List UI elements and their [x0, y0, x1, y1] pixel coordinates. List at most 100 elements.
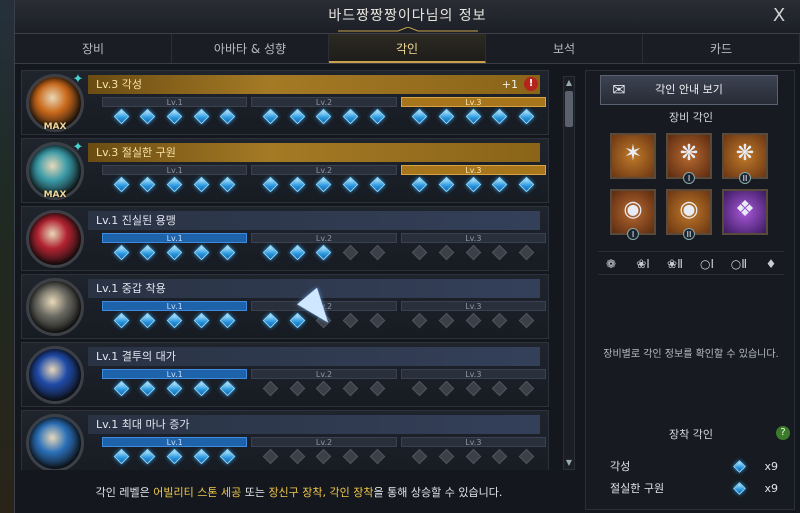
- engraving-medal-icon: [26, 414, 84, 470]
- tab-item[interactable]: 장비: [15, 34, 172, 63]
- engraving-gem-icon: [438, 176, 455, 193]
- accessory-filter-icon[interactable]: ○Ⅱ: [726, 252, 752, 274]
- engraving-gem-icon: [220, 244, 236, 261]
- engraving-gem-icon: [193, 244, 210, 261]
- engraving-gem-icon: [518, 176, 535, 193]
- engraving-gem-icon: [113, 244, 130, 261]
- engraving-info-window: 바드짱짱짱이다님의 정보 X 장비 아바타 & 성향 각인 보석 카드 MAX ✦ Lv.3…: [14, 0, 800, 513]
- level-label: Lv.3: [400, 165, 546, 175]
- engraving-gem-icon: [412, 380, 428, 397]
- gem-row: [251, 447, 396, 465]
- engraving-gem-icon: [220, 380, 236, 397]
- engraving-gem-icon: [412, 448, 428, 465]
- help-icon[interactable]: ?: [776, 426, 790, 440]
- engraving-gem-icon: [465, 108, 482, 125]
- engraving-row[interactable]: Lv.1 진실된 용맹 Lv.1 Lv.2 Lv.3: [21, 206, 549, 271]
- engraving-row[interactable]: MAX ✦ Lv.3 각성 +1! Lv.1 Lv.2 Lv.3: [21, 70, 549, 135]
- gem-row: [251, 107, 396, 125]
- engraving-gem-icon: [369, 108, 386, 125]
- engraving-gem-icon: [193, 108, 210, 125]
- tab-item[interactable]: 각인: [329, 34, 486, 63]
- right-panel: ✉ 각인 안내 보기 장비 각인 ✶ ❋ I ❋ II ◉ I ◉ II ❖ ❁ ❀Ⅰ ❀Ⅱ ○Ⅰ ○Ⅱ ♦…: [585, 70, 795, 510]
- accessory-filter-icon[interactable]: ❀Ⅱ: [662, 252, 688, 274]
- window-title: 바드짱짱짱이다님의 정보: [328, 8, 487, 24]
- engraving-gem-icon: [369, 176, 386, 193]
- engraving-gem-icon: [289, 176, 306, 193]
- level-column: Lv.1: [102, 301, 248, 335]
- level-column: Lv.3: [400, 369, 546, 403]
- accessory-filter-icon[interactable]: ❀Ⅰ: [630, 252, 656, 274]
- ring-1-slot[interactable]: ◉ I: [610, 189, 656, 240]
- engraving-row[interactable]: Lv.1 최대 마나 증가 Lv.1 Lv.2 Lv.3: [21, 410, 549, 470]
- engraving-gem-icon: [316, 380, 332, 397]
- accessory-filter-icon[interactable]: ○Ⅰ: [694, 252, 720, 274]
- earring-2-slot[interactable]: ❋ II: [722, 133, 768, 184]
- engraving-gem-icon: [316, 448, 332, 465]
- engraving-gem-icon: [518, 312, 535, 329]
- engraving-guide-button[interactable]: ✉ 각인 안내 보기: [600, 75, 778, 105]
- warning-icon[interactable]: !: [524, 77, 538, 91]
- star-icon: ✦: [72, 72, 84, 87]
- engraving-gem-icon: [412, 176, 428, 193]
- accessory-filter-icon[interactable]: ♦: [758, 252, 784, 274]
- worn-engraving-row: 절실한 구원 x9: [598, 479, 784, 499]
- scroll-up-icon[interactable]: ▲: [564, 77, 574, 89]
- engraving-gem-icon: [140, 108, 156, 125]
- gem-row: [102, 107, 247, 125]
- engraving-gem-icon: [220, 448, 236, 465]
- engraving-levels: Lv.1 Lv.2 Lv.3: [102, 437, 546, 470]
- engraving-row[interactable]: MAX ✦ Lv.3 절실한 구원 Lv.1 Lv.2 Lv.3: [21, 138, 549, 203]
- engraving-gem-icon: [465, 312, 482, 329]
- list-scrollbar[interactable]: ▲ ▼: [563, 76, 575, 470]
- engraving-gem-icon: [262, 380, 279, 397]
- engraving-gem-icon: [166, 176, 183, 193]
- level-column: Lv.2: [251, 369, 397, 403]
- tab-item[interactable]: 아바타 & 성향: [172, 34, 329, 63]
- level-label: Lv.2: [251, 437, 397, 447]
- worn-engraving-name: 절실한 구원: [610, 482, 665, 495]
- engraving-medal-icon: [26, 346, 84, 404]
- engraving-gem-icon: [289, 312, 306, 329]
- engraving-row[interactable]: Lv.1 중갑 착용 Lv.1 Lv.2 Lv.3: [21, 274, 549, 339]
- close-button[interactable]: X: [768, 4, 790, 28]
- engraving-gem-icon: [518, 380, 535, 397]
- engraving-gem-icon: [733, 460, 746, 473]
- level-label: Lv.3: [400, 437, 546, 447]
- tab-item[interactable]: 카드: [643, 34, 800, 63]
- engraving-title-bar: Lv.1 진실된 용맹: [88, 211, 540, 230]
- scroll-thumb[interactable]: [565, 91, 573, 127]
- engraving-gem-icon: [140, 380, 156, 397]
- tab-item[interactable]: 보석: [486, 34, 643, 63]
- engraving-gem-icon: [113, 312, 130, 329]
- earring-1-slot[interactable]: ❋ I: [666, 133, 712, 184]
- ring-2-slot[interactable]: ◉ II: [666, 189, 712, 240]
- engraving-gem-icon: [465, 244, 482, 261]
- guide-button-label: 각인 안내 보기: [655, 83, 723, 96]
- gem-row: [251, 379, 396, 397]
- engraving-gem-icon: [289, 448, 306, 465]
- gem-row: [251, 175, 396, 193]
- slot-index-label: I: [627, 228, 639, 240]
- level-column: Lv.1: [102, 165, 248, 199]
- engraving-gem-icon: [166, 448, 183, 465]
- engraving-gem-icon: [193, 312, 210, 329]
- engraving-gem-icon: [140, 448, 156, 465]
- necklace-slot[interactable]: ✶: [610, 133, 656, 179]
- title-bar: 바드짱짱짱이다님의 정보 X: [15, 0, 800, 34]
- level-label: Lv.2: [251, 97, 397, 107]
- accessory-filter-icon[interactable]: ❁: [598, 252, 624, 274]
- slot-index: I: [668, 172, 710, 184]
- engraving-list: MAX ✦ Lv.3 각성 +1! Lv.1 Lv.2 Lv.3 MAX ✦ Lv.3 절실한 구…: [21, 70, 549, 470]
- ability-stone-slot[interactable]: ❖: [722, 189, 768, 235]
- engraving-gem-icon: [492, 108, 508, 125]
- engraving-row[interactable]: Lv.1 결투의 대가 Lv.1 Lv.2 Lv.3: [21, 342, 549, 407]
- engraving-gem-icon: [113, 380, 130, 397]
- accessory-icon: ◉: [679, 197, 699, 222]
- engraving-gem-icon: [262, 176, 279, 193]
- slot-index: I: [612, 228, 654, 240]
- engraving-gem-icon: [262, 108, 279, 125]
- engraving-title: Lv.1 중갑 착용: [96, 282, 166, 295]
- engraving-gem-icon: [412, 312, 428, 329]
- engraving-gem-icon: [316, 244, 332, 261]
- scroll-down-icon[interactable]: ▼: [564, 457, 574, 469]
